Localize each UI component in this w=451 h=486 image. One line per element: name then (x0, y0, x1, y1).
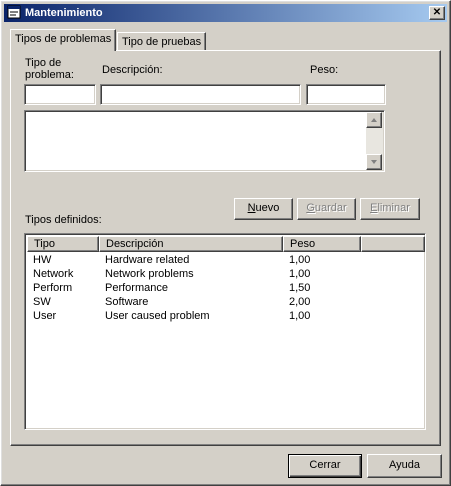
guardar-button[interactable]: Guardar (297, 198, 356, 220)
cerrar-button[interactable]: Cerrar (288, 454, 362, 478)
tipos-listview[interactable]: Tipo Descripción Peso HW Hardware relate… (24, 233, 426, 430)
cell-tipo: HW (33, 254, 52, 266)
ayuda-button[interactable]: Ayuda (367, 454, 442, 478)
column-header-descripcion[interactable]: Descripción (99, 236, 283, 252)
scroll-down-button[interactable] (366, 154, 382, 170)
cell-descripcion: Network problems (105, 268, 194, 280)
label-line: Tipo de (25, 57, 62, 69)
notes-textarea[interactable] (24, 110, 385, 172)
tipo-problema-input[interactable] (24, 84, 96, 105)
cell-peso: 1,00 (289, 310, 311, 322)
cell-tipo: SW (33, 296, 51, 308)
peso-input[interactable] (306, 84, 386, 105)
window-title: Mantenimiento (25, 7, 103, 19)
notes-scrollbar[interactable] (366, 112, 383, 170)
descripcion-label: Descripción: (102, 64, 163, 76)
cell-descripcion: Hardware related (105, 254, 190, 266)
column-header-filler (361, 236, 425, 252)
form-window-icon (7, 5, 21, 19)
tab-tipos-de-problemas[interactable]: Tipos de problemas (10, 29, 117, 51)
cell-descripcion: User caused problem (105, 310, 210, 322)
mnemonic: N (247, 202, 256, 214)
scroll-up-button[interactable] (366, 112, 382, 128)
cell-tipo: Perform (33, 282, 73, 294)
arrow-up-icon (371, 118, 377, 122)
button-label: uevo (255, 202, 280, 214)
cell-peso: 1,00 (289, 254, 311, 266)
column-header-tipo[interactable]: Tipo (27, 236, 99, 252)
eliminar-button[interactable]: Eliminar (360, 198, 420, 220)
close-button[interactable]: ✕ (429, 6, 445, 20)
tipo-problema-label: Tipo de problema: (25, 57, 74, 81)
cell-descripcion: Software (105, 296, 149, 308)
button-label: liminar (377, 202, 410, 214)
cell-peso: 2,00 (289, 296, 311, 308)
peso-label: Peso: (310, 64, 339, 76)
cell-descripcion: Performance (105, 282, 168, 294)
tipos-definidos-label: Tipos definidos: (25, 214, 102, 226)
nuevo-button[interactable]: Nuevo (234, 198, 293, 220)
descripcion-input[interactable] (100, 84, 301, 105)
cell-peso: 1,50 (289, 282, 311, 294)
tab-tipo-de-pruebas[interactable]: Tipo de pruebas (117, 32, 207, 51)
tab-label: Tipos de problemas (15, 33, 112, 45)
mnemonic: G (306, 202, 315, 214)
cell-tipo: User (33, 310, 57, 322)
cell-peso: 1,00 (289, 268, 311, 280)
tab-label: Tipo de pruebas (122, 36, 202, 48)
button-label: uardar (314, 202, 347, 214)
title-bar[interactable]: Mantenimiento ✕ (4, 4, 447, 22)
close-icon: ✕ (432, 7, 442, 18)
label-line: problema: (25, 69, 74, 81)
cell-tipo: Network (33, 268, 74, 280)
arrow-down-icon (371, 160, 377, 164)
column-header-peso[interactable]: Peso (283, 236, 361, 252)
